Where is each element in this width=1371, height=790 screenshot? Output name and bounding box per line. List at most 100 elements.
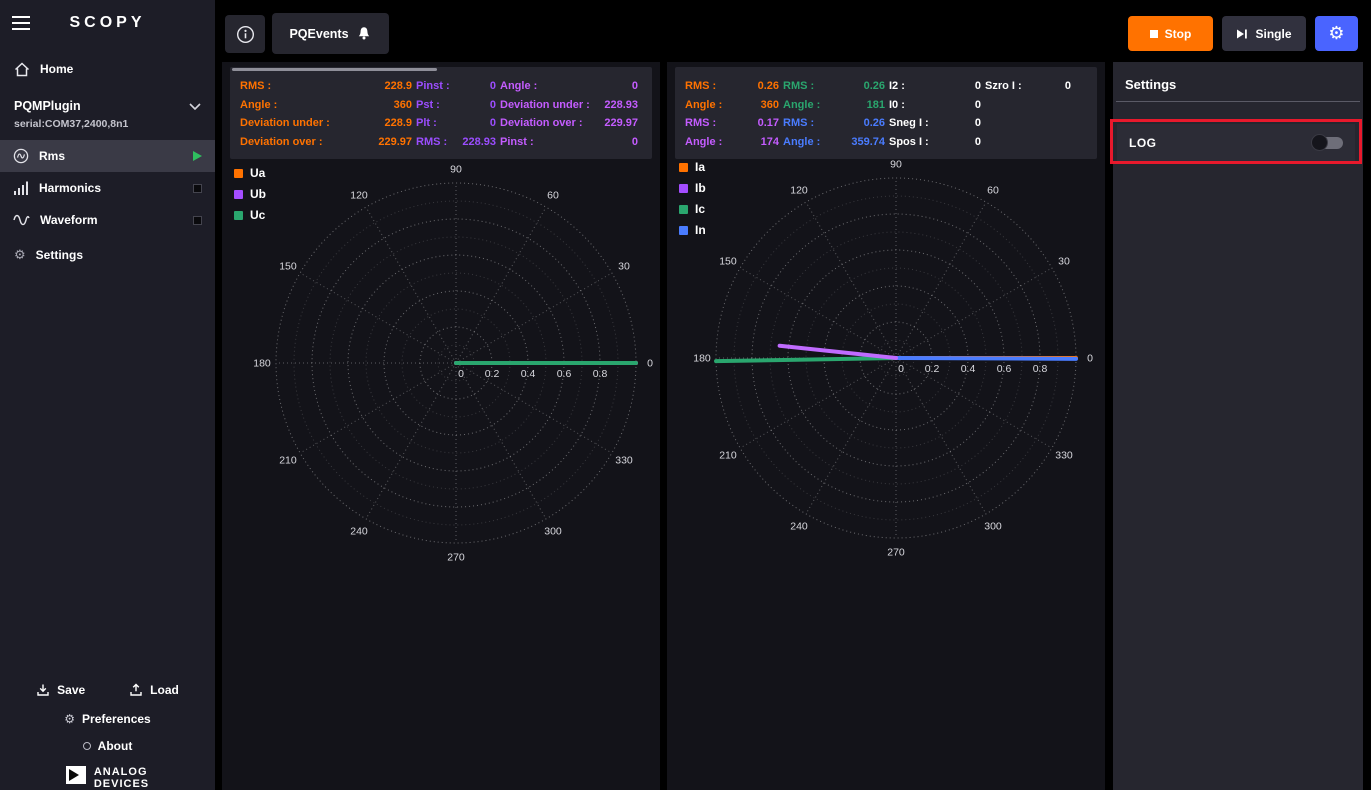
scopy-logo: SCOPY bbox=[30, 14, 185, 32]
gear-icon: ⚙ bbox=[64, 713, 75, 725]
svg-text:0.8: 0.8 bbox=[1033, 363, 1048, 375]
plugin-title: PQMPlugin bbox=[14, 99, 189, 113]
divider bbox=[1116, 101, 1360, 102]
stat-cell: RMS :0.26 bbox=[783, 80, 885, 92]
load-label: Load bbox=[150, 683, 179, 697]
voltage-stats: RMS :228.9 Pinst :0 Angle :0 Angle :360Pst … bbox=[230, 67, 652, 159]
log-setting-row: LOG bbox=[1117, 124, 1355, 162]
info-button[interactable] bbox=[225, 15, 265, 53]
stat-cell: RMS :0.26 bbox=[685, 80, 779, 92]
voltage-legend: Ua Ub Uc bbox=[234, 166, 266, 229]
sidebar: SCOPY Home PQMPlugin serial:COM37,2400,8… bbox=[0, 0, 215, 790]
svg-text:120: 120 bbox=[350, 189, 368, 201]
svg-text:90: 90 bbox=[890, 159, 902, 171]
svg-text:60: 60 bbox=[547, 189, 559, 201]
stop-indicator-icon[interactable] bbox=[193, 216, 202, 225]
legend-item-ub[interactable]: Ub bbox=[234, 187, 266, 201]
settings-title: Settings bbox=[1113, 62, 1363, 101]
svg-text:180: 180 bbox=[693, 353, 711, 365]
legend-swatch bbox=[679, 184, 688, 193]
pqevents-button[interactable]: PQEvents bbox=[272, 13, 389, 54]
sidebar-item-settings[interactable]: ⚙ Settings bbox=[0, 240, 215, 270]
svg-text:0.6: 0.6 bbox=[557, 368, 572, 380]
stat-cell: Angle :360 bbox=[685, 99, 779, 111]
legend-swatch bbox=[234, 211, 243, 220]
voltage-polar-chart: 030609012015018021024027030033000.20.40.… bbox=[239, 146, 673, 580]
sidebar-item-rms[interactable]: Rms bbox=[0, 140, 215, 172]
harmonics-icon bbox=[13, 181, 29, 195]
svg-text:300: 300 bbox=[544, 526, 562, 538]
single-button[interactable]: Single bbox=[1222, 16, 1306, 51]
svg-text:30: 30 bbox=[1058, 256, 1070, 268]
current-panel: RMS :0.26RMS :0.26I2 :0Szro I :0Angle :3… bbox=[667, 62, 1105, 790]
sidebar-item-harmonics[interactable]: Harmonics bbox=[0, 172, 215, 204]
svg-text:150: 150 bbox=[719, 256, 737, 268]
stat-cell: Sneg I :0 bbox=[889, 117, 981, 129]
run-indicator-icon[interactable] bbox=[193, 151, 202, 161]
svg-text:180: 180 bbox=[253, 358, 271, 370]
stats-scrollbar[interactable] bbox=[232, 68, 437, 71]
svg-text:300: 300 bbox=[984, 521, 1002, 533]
stats-row: Deviation over :229.97RMS :228.93Pinst :… bbox=[240, 133, 642, 152]
current-polar-chart: 030609012015018021024027030033000.20.40.… bbox=[679, 141, 1113, 575]
log-toggle[interactable] bbox=[1313, 137, 1343, 149]
save-button[interactable]: Save bbox=[36, 683, 85, 697]
stats-row: RMS :0.26RMS :0.26I2 :0Szro I :0 bbox=[685, 77, 1087, 96]
stat-cell: Angle :174 bbox=[685, 136, 779, 148]
load-button[interactable]: Load bbox=[129, 683, 179, 697]
sidebar-item-home[interactable]: Home bbox=[0, 54, 215, 84]
stat-cell: Pinst :0 bbox=[416, 80, 496, 92]
rms-icon bbox=[13, 148, 29, 164]
sidebar-footer: Save Load ⚙ Preferences About ANALOG DEV… bbox=[0, 683, 215, 790]
stop-indicator-icon[interactable] bbox=[193, 184, 202, 193]
home-label: Home bbox=[40, 62, 73, 76]
stat-cell: Angle :0 bbox=[500, 80, 638, 92]
stat-cell: Angle :359.74 bbox=[783, 136, 885, 148]
legend-item-ic[interactable]: Ic bbox=[679, 202, 706, 216]
stat-cell: I0 :0 bbox=[889, 99, 981, 111]
home-icon bbox=[14, 62, 30, 77]
stats-row: Angle :174 Angle :359.74 Spos I :0 bbox=[685, 133, 1087, 152]
stats-row: RMS :0.17RMS :0.26Sneg I :0 bbox=[685, 114, 1087, 133]
svg-text:330: 330 bbox=[1055, 450, 1073, 462]
sidebar-item-waveform[interactable]: Waveform bbox=[0, 204, 215, 236]
stat-cell: RMS :228.9 bbox=[240, 80, 412, 92]
legend-swatch bbox=[234, 190, 243, 199]
legend-item-ia[interactable]: Ia bbox=[679, 160, 706, 174]
menu-toggle-icon[interactable] bbox=[12, 16, 30, 30]
svg-text:120: 120 bbox=[790, 184, 808, 196]
svg-text:0: 0 bbox=[898, 363, 904, 375]
brand-bottom: DEVICES bbox=[94, 778, 149, 790]
svg-text:330: 330 bbox=[615, 455, 633, 467]
svg-text:270: 270 bbox=[887, 547, 905, 559]
stat-cell: Angle :360 bbox=[240, 99, 412, 111]
legend-item-in[interactable]: In bbox=[679, 223, 706, 237]
stop-icon bbox=[1150, 30, 1158, 38]
legend-item-ua[interactable]: Ua bbox=[234, 166, 266, 180]
brand-top: ANALOG bbox=[94, 766, 148, 778]
preferences-button[interactable]: ⚙ Preferences bbox=[0, 712, 215, 726]
svg-text:0.4: 0.4 bbox=[961, 363, 976, 375]
instrument-label: Waveform bbox=[40, 213, 98, 227]
stats-row: Angle :360Angle :181I0 :0 bbox=[685, 96, 1087, 115]
svg-text:210: 210 bbox=[719, 450, 737, 462]
about-button[interactable]: About bbox=[0, 739, 215, 753]
stat-cell: Spos I :0 bbox=[889, 136, 981, 148]
settings-gear-button[interactable]: ⚙ bbox=[1315, 16, 1358, 51]
svg-text:0: 0 bbox=[458, 368, 464, 380]
legend-swatch bbox=[679, 226, 688, 235]
bell-icon bbox=[356, 26, 372, 41]
legend-item-uc[interactable]: Uc bbox=[234, 208, 266, 222]
stats-row: Angle :360Pst :0Deviation under :228.93 bbox=[240, 96, 642, 115]
stat-cell: Szro I :0 bbox=[985, 80, 1071, 92]
gear-icon: ⚙ bbox=[1328, 25, 1344, 43]
log-label: LOG bbox=[1129, 136, 1157, 150]
svg-text:0: 0 bbox=[647, 358, 653, 370]
stop-button[interactable]: Stop bbox=[1128, 16, 1213, 51]
about-label: About bbox=[98, 739, 133, 753]
chevron-down-icon[interactable] bbox=[189, 103, 201, 110]
svg-text:210: 210 bbox=[279, 455, 297, 467]
stat-cell: RMS :228.93 bbox=[416, 136, 496, 148]
legend-item-ib[interactable]: Ib bbox=[679, 181, 706, 195]
sidebar-plugin-pqm[interactable]: PQMPlugin serial:COM37,2400,8n1 bbox=[0, 96, 215, 130]
